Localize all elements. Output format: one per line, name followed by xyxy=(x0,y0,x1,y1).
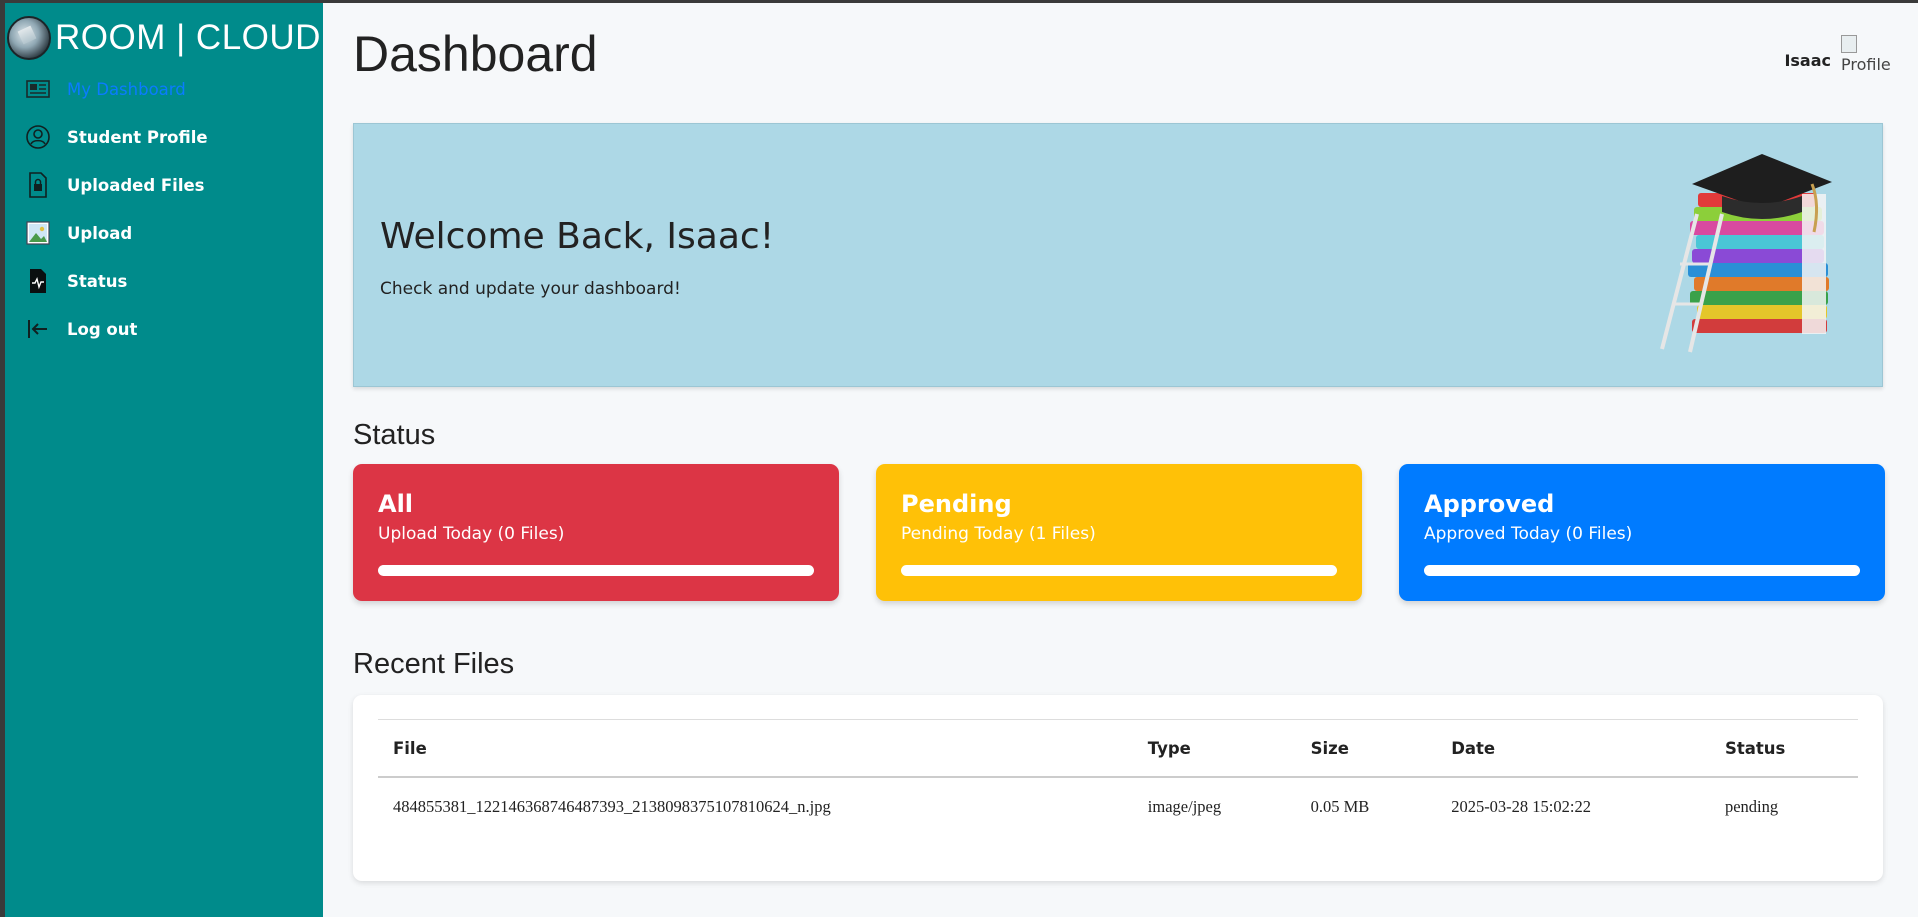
avatar[interactable]: Profile xyxy=(1841,35,1891,75)
user-name: Isaac xyxy=(1784,51,1831,70)
welcome-banner: Welcome Back, Isaac! Check and update yo… xyxy=(353,123,1883,387)
main-content: Dashboard Isaac Profile Welcome Back, Is… xyxy=(323,3,1918,917)
column-header-size: Size xyxy=(1310,738,1349,758)
sidebar-item-label: Upload xyxy=(67,223,133,243)
card-subtitle: Pending Today (1 Files) xyxy=(901,524,1096,544)
sidebar-item-uploaded-files[interactable]: Uploaded Files xyxy=(5,161,323,209)
user-menu[interactable]: Isaac Profile xyxy=(1784,35,1891,75)
file-chart-icon xyxy=(25,268,51,294)
column-header-type: Type xyxy=(1147,738,1191,758)
progress-bar xyxy=(901,565,1337,576)
page-title: Dashboard xyxy=(353,26,598,82)
status-card-all[interactable]: All Upload Today (0 Files) xyxy=(353,464,839,601)
sidebar-item-my-dashboard[interactable]: My Dashboard xyxy=(5,65,323,113)
column-header-status: Status xyxy=(1724,738,1786,758)
file-size-cell: 0.05 MB xyxy=(1310,797,1370,816)
sidebar-item-label: Student Profile xyxy=(67,127,208,147)
dashboard-icon xyxy=(25,76,51,102)
image-upload-icon xyxy=(25,220,51,246)
avatar-alt-text: Profile xyxy=(1841,55,1891,74)
sidebar-item-label: My Dashboard xyxy=(67,79,186,99)
sidebar-item-label: Status xyxy=(67,271,128,291)
column-header-date: Date xyxy=(1451,738,1496,758)
logo-icon xyxy=(7,16,51,60)
welcome-subtitle: Check and update your dashboard! xyxy=(380,279,681,299)
file-lock-icon xyxy=(25,172,51,198)
brand[interactable]: ROOM | CLOUD xyxy=(5,13,323,63)
graduation-books-illustration xyxy=(1660,154,1832,353)
logout-icon xyxy=(25,316,51,342)
sidebar-item-upload[interactable]: Upload xyxy=(5,209,323,257)
sidebar-item-student-profile[interactable]: Student Profile xyxy=(5,113,323,161)
progress-bar xyxy=(378,565,814,576)
card-title: Pending xyxy=(901,490,1012,518)
card-title: Approved xyxy=(1424,490,1555,518)
sidebar-nav: My Dashboard Student Profile Uploaded Fi… xyxy=(5,65,323,353)
recent-files-table: File Type Size Date Status 484855381_122… xyxy=(378,719,1858,836)
status-card-pending[interactable]: Pending Pending Today (1 Files) xyxy=(876,464,1362,601)
app-window: ROOM | CLOUD My Dashboard Student Profil… xyxy=(5,3,1918,917)
card-subtitle: Approved Today (0 Files) xyxy=(1424,524,1633,544)
file-status-cell: pending xyxy=(1724,797,1779,816)
brand-name: ROOM | CLOUD xyxy=(55,18,321,57)
card-subtitle: Upload Today (0 Files) xyxy=(378,524,565,544)
card-title: All xyxy=(378,490,414,518)
file-type-cell: image/jpeg xyxy=(1147,797,1222,816)
status-section-title: Status xyxy=(353,419,436,451)
status-card-approved[interactable]: Approved Approved Today (0 Files) xyxy=(1399,464,1885,601)
sidebar-item-label: Uploaded Files xyxy=(67,175,205,195)
recent-files-panel: File Type Size Date Status 484855381_122… xyxy=(353,695,1883,881)
file-date-cell: 2025-03-28 15:02:22 xyxy=(1451,797,1591,816)
sidebar-item-label: Log out xyxy=(67,319,138,339)
sidebar-item-status[interactable]: Status xyxy=(5,257,323,305)
welcome-title: Welcome Back, Isaac! xyxy=(380,216,775,257)
user-circle-icon xyxy=(25,124,51,150)
column-header-file: File xyxy=(393,738,427,758)
progress-bar xyxy=(1424,565,1860,576)
recent-files-title: Recent Files xyxy=(353,648,515,680)
table-header-row: File Type Size Date Status xyxy=(378,719,1858,777)
broken-image-icon xyxy=(1841,35,1857,53)
sidebar-item-log-out[interactable]: Log out xyxy=(5,305,323,353)
file-name-cell: 484855381_122146368746487393_21380983751… xyxy=(393,797,831,816)
table-row[interactable]: 484855381_122146368746487393_21380983751… xyxy=(378,777,1858,836)
sidebar: ROOM | CLOUD My Dashboard Student Profil… xyxy=(5,3,323,917)
